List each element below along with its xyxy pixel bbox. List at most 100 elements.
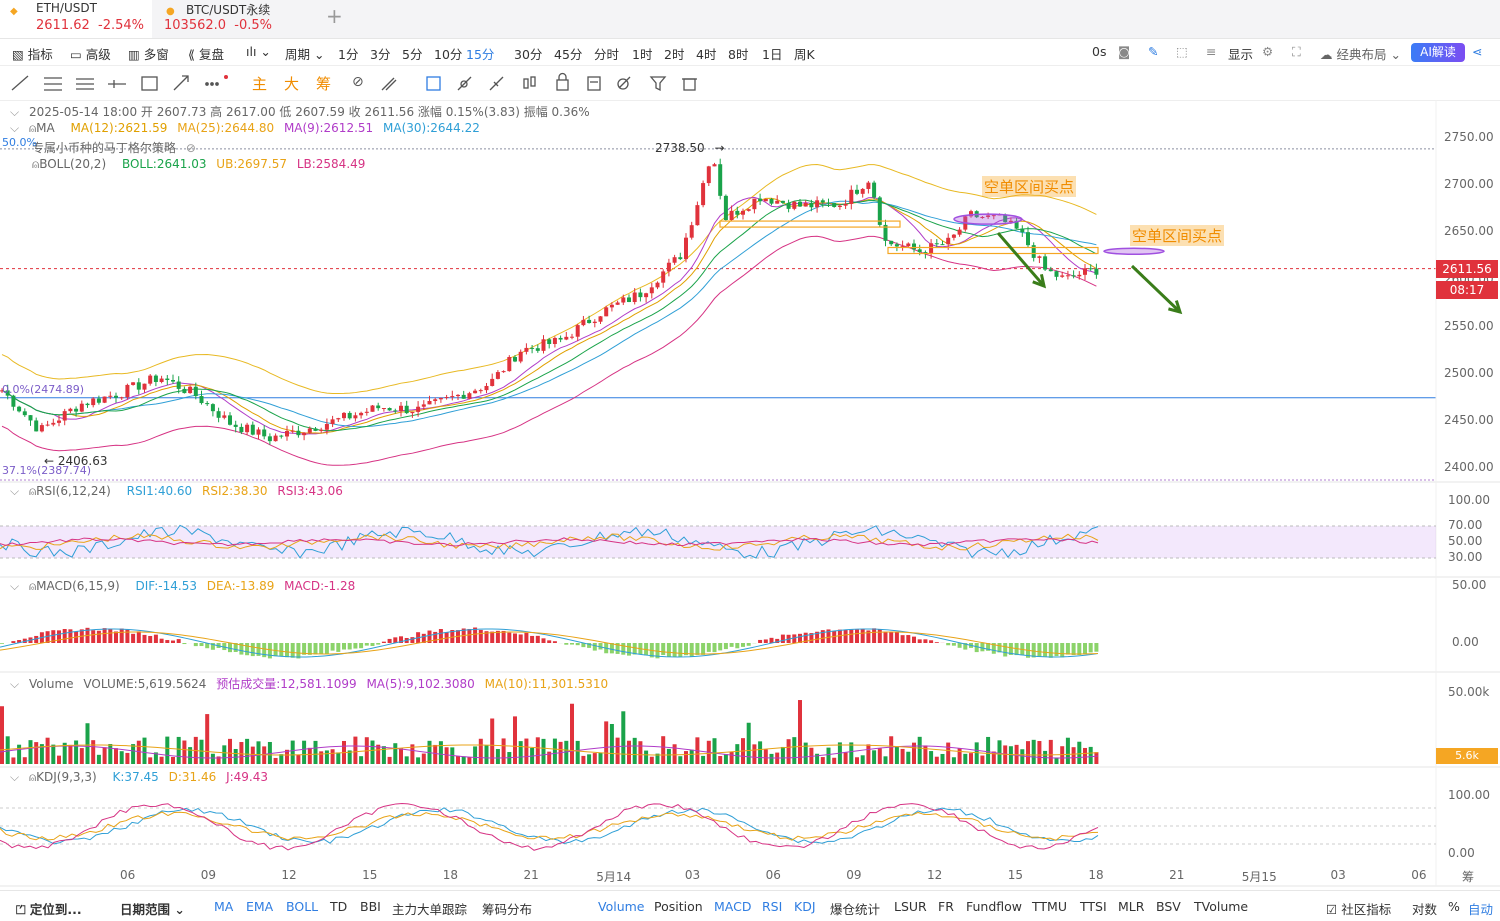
horizontal-ray-tool-icon[interactable] xyxy=(108,80,126,88)
gear-icon[interactable]: ⚙ xyxy=(1262,44,1273,59)
sub-indicator-1[interactable]: Position xyxy=(654,899,703,914)
share-icon[interactable]: ⋖ xyxy=(1472,44,1482,59)
period-5[interactable]: 30分 xyxy=(514,44,542,63)
magnet-tool-icon[interactable] xyxy=(427,77,440,90)
layout-dropdown[interactable]: ☁ 经典布局 ⌄ xyxy=(1320,44,1401,63)
arrow-tool-icon[interactable] xyxy=(174,76,188,90)
tab-btc-usdt[interactable]: ● BTC/USDT永续 103562.0 -0.5% xyxy=(156,0,308,38)
big-order-button[interactable]: 大 xyxy=(284,73,302,91)
main-indicator-5[interactable]: 主力大单跟踪 xyxy=(392,899,467,918)
period-2[interactable]: 5分 xyxy=(402,44,422,63)
fullscreen-icon[interactable]: ⛶ xyxy=(1292,44,1301,60)
add-tab-icon[interactable]: + xyxy=(326,4,343,28)
link-tool-icon[interactable] xyxy=(618,77,630,89)
indicator-button[interactable]: ▧ 指标 xyxy=(12,44,53,63)
main-indicator-1[interactable]: EMA xyxy=(246,899,273,914)
community-indicator-button[interactable]: ☑ 社区指标 xyxy=(1326,899,1391,918)
percent-scale-button[interactable]: % xyxy=(1448,899,1460,914)
eraser-tool-icon[interactable] xyxy=(458,77,471,90)
pen-icon[interactable]: ✎ xyxy=(1148,44,1158,59)
main-indicator-0[interactable]: MA xyxy=(214,899,233,914)
collapse-icon[interactable]: ⌵ xyxy=(10,121,19,135)
period-7[interactable]: 分时 xyxy=(594,44,619,63)
sub-indicator-6[interactable]: LSUR xyxy=(894,899,927,914)
chart-type-button[interactable]: ılı ⌄ xyxy=(246,44,271,59)
volume-bar xyxy=(798,700,802,764)
expand-icon[interactable]: ⬚ xyxy=(1176,44,1188,59)
lock-tool-icon[interactable] xyxy=(557,74,568,91)
main-indicator-2[interactable]: BOLL xyxy=(286,899,318,914)
sub-indicator-7[interactable]: FR xyxy=(938,899,954,914)
period-8[interactable]: 1时 xyxy=(632,44,652,63)
replay-button[interactable]: ⟪ 复盘 xyxy=(188,44,224,63)
candle-body xyxy=(946,238,950,244)
trendline-tool-icon[interactable] xyxy=(12,76,28,90)
candle-body xyxy=(17,407,21,412)
collapse-icon[interactable]: ⌵ xyxy=(10,579,19,593)
sub-indicator-2[interactable]: MACD xyxy=(714,899,751,914)
rsi2-value: RSI2:38.30 xyxy=(202,484,268,498)
period-13[interactable]: 周K xyxy=(794,44,815,63)
time-axis-label: 15 xyxy=(1008,868,1023,882)
period-4[interactable]: 15分 xyxy=(466,44,494,63)
period-12[interactable]: 1日 xyxy=(762,44,782,63)
advanced-button[interactable]: ▭ 高级 xyxy=(70,44,111,63)
hide-icon[interactable]: ⊘ xyxy=(186,141,196,155)
parallel-lines-tool-icon[interactable] xyxy=(44,78,62,90)
volume-bar xyxy=(1037,741,1041,764)
period-11[interactable]: 8时 xyxy=(728,44,748,63)
collapse-icon[interactable]: ⌵ xyxy=(10,105,19,119)
collapse-icon[interactable]: ⌵ xyxy=(10,770,19,784)
camera-icon[interactable]: ◙ xyxy=(1118,44,1130,59)
candle-body xyxy=(228,415,232,424)
multi-window-button[interactable]: ▥ 多窗 xyxy=(128,44,169,63)
chip-button[interactable]: 筹 xyxy=(316,73,334,91)
horizontal-lines-tool-icon[interactable] xyxy=(76,79,94,89)
main-indicator-4[interactable]: BBI xyxy=(360,899,381,914)
sub-indicator-0[interactable]: Volume xyxy=(598,899,645,914)
sub-indicator-8[interactable]: Fundflow xyxy=(966,899,1022,914)
macd-bar xyxy=(308,643,312,655)
display-button[interactable]: 显示 xyxy=(1228,44,1253,63)
volume-bar xyxy=(889,736,893,764)
sub-indicator-13[interactable]: TVolume xyxy=(1194,899,1248,914)
sub-indicator-9[interactable]: TTMU xyxy=(1032,899,1067,914)
brush-tool-icon[interactable] xyxy=(382,78,396,90)
candle-body xyxy=(684,238,688,259)
auto-scale-button[interactable]: 自动 xyxy=(1468,899,1493,918)
main-indicator-3[interactable]: TD xyxy=(330,899,347,914)
sub-indicator-11[interactable]: MLR xyxy=(1118,899,1144,914)
candle-tool-icon[interactable] xyxy=(524,77,535,88)
sub-indicator-12[interactable]: BSV xyxy=(1156,899,1181,914)
trash-icon[interactable] xyxy=(682,79,697,90)
sub-indicator-3[interactable]: RSI xyxy=(762,899,782,914)
more-tools-icon[interactable] xyxy=(206,83,218,85)
period-1[interactable]: 3分 xyxy=(370,44,390,63)
period-3[interactable]: 10分 xyxy=(434,44,462,63)
short-entry-note-2[interactable]: 空单区间买点 xyxy=(1130,225,1224,246)
collapse-icon[interactable]: ⌵ xyxy=(10,677,19,691)
period-6[interactable]: 45分 xyxy=(554,44,582,63)
ai-interpret-button[interactable]: AI解读 xyxy=(1411,43,1465,62)
filter-icon[interactable] xyxy=(651,77,665,90)
period-0[interactable]: 1分 xyxy=(338,44,358,63)
period-dropdown[interactable]: 周期 ⌄ xyxy=(285,44,324,63)
note-tool-icon[interactable] xyxy=(588,77,600,90)
log-scale-button[interactable]: 对数 xyxy=(1412,899,1437,918)
main-force-button[interactable]: 主 xyxy=(252,73,270,91)
date-range-dropdown[interactable]: 日期范围 ⌄ xyxy=(120,899,185,918)
tab-eth-usdt[interactable]: ◆ ETH/USDT 2611.62 -2.54% xyxy=(0,0,152,38)
sub-indicator-4[interactable]: KDJ xyxy=(794,899,816,914)
sub-indicator-5[interactable]: 爆仓统计 xyxy=(830,899,880,918)
rectangle-tool-icon[interactable] xyxy=(142,77,157,90)
main-indicator-6[interactable]: 筹码分布 xyxy=(482,899,532,918)
period-10[interactable]: 4时 xyxy=(696,44,716,63)
collapse-icon[interactable]: ⌵ xyxy=(10,484,19,498)
period-9[interactable]: 2时 xyxy=(664,44,684,63)
short-entry-note-1[interactable]: 空单区间买点 xyxy=(982,176,1076,197)
sub-indicator-10[interactable]: TTSI xyxy=(1080,899,1107,914)
locate-button[interactable]: ⏍ 定位到... xyxy=(16,899,82,918)
list-icon[interactable]: ≡ xyxy=(1206,44,1216,59)
measure-tool-icon[interactable]: ⊘ xyxy=(352,74,370,92)
ruler-tool-icon[interactable] xyxy=(490,77,503,90)
